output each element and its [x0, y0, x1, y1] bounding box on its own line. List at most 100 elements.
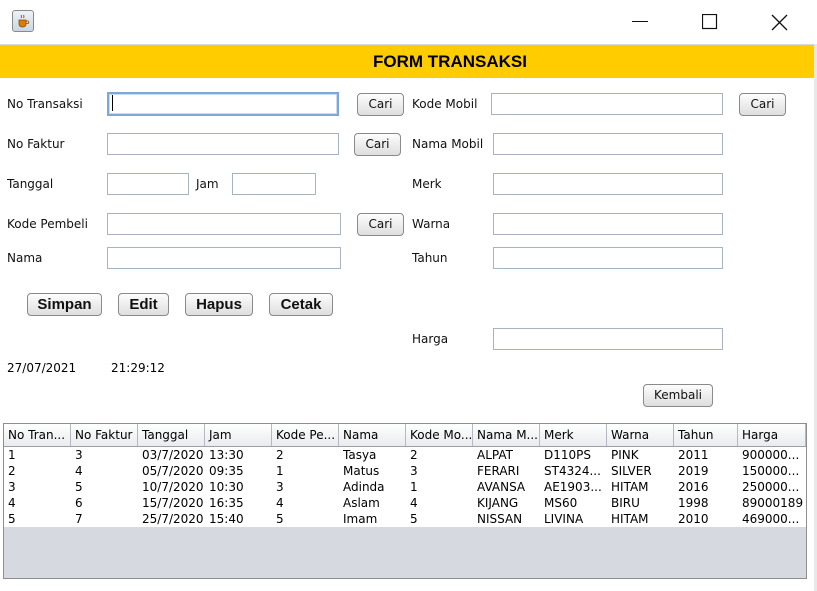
- minimize-button[interactable]: [618, 8, 664, 36]
- column-header[interactable]: No Faktur: [71, 424, 138, 446]
- warna-field[interactable]: [493, 213, 723, 235]
- minimize-icon: [632, 21, 648, 22]
- table-cell: 25/7/2020: [142, 512, 204, 526]
- table-cell: MS60: [544, 496, 578, 510]
- maximize-icon: [702, 14, 718, 30]
- table-cell: AVANSA: [477, 480, 526, 494]
- table-row[interactable]: 1 3 03/7/2020 13:30 2 Tasya 2 ALPAT D110PS PINK 20…: [4, 447, 806, 463]
- table-cell: LIVINA: [544, 512, 584, 526]
- column-header[interactable]: Nama M...: [473, 424, 540, 446]
- label-nama: Nama: [7, 251, 43, 265]
- label-harga: Harga: [412, 332, 449, 346]
- table-cell: 5: [75, 480, 83, 494]
- table-cell: 2016: [678, 480, 709, 494]
- table-cell: 1: [8, 448, 16, 462]
- table-cell: 3: [276, 480, 284, 494]
- table-cell: SILVER: [611, 464, 652, 478]
- table-cell: 15/7/2020: [142, 496, 204, 510]
- table-cell: Imam: [343, 512, 378, 526]
- jam-field[interactable]: [232, 173, 316, 195]
- nama-mobil-field[interactable]: [493, 133, 723, 155]
- table-cell: 4: [410, 496, 418, 510]
- label-kode-mobil: Kode Mobil: [412, 97, 478, 111]
- table-cell: 89000189: [742, 496, 804, 510]
- column-header[interactable]: Tanggal: [138, 424, 205, 446]
- nama-field[interactable]: [107, 247, 341, 269]
- column-header[interactable]: Kode Mo...: [406, 424, 473, 446]
- table-cell: 09:35: [209, 464, 244, 478]
- column-header[interactable]: Jam: [205, 424, 272, 446]
- column-header[interactable]: Kode Pe...: [272, 424, 339, 446]
- date-display: 27/07/2021: [7, 361, 77, 375]
- close-button[interactable]: [757, 8, 803, 36]
- kode-mobil-field[interactable]: [491, 93, 723, 115]
- java-cup-icon[interactable]: [12, 10, 34, 32]
- column-header[interactable]: No Tran...: [4, 424, 71, 446]
- table-cell: ALPAT: [477, 448, 513, 462]
- simpan-button[interactable]: Simpan: [27, 293, 102, 316]
- table-cell: 1: [276, 464, 284, 478]
- column-header[interactable]: Warna: [607, 424, 674, 446]
- cari-no-transaksi-button[interactable]: Cari: [357, 93, 404, 116]
- cetak-button[interactable]: Cetak: [269, 293, 333, 316]
- table-row[interactable]: 3 5 10/7/2020 10:30 3 Adinda 1 AVANSA AE1903... H…: [4, 479, 806, 495]
- table-cell: 900000...: [742, 448, 800, 462]
- table-cell: 150000...: [742, 464, 800, 478]
- cari-kode-pembeli-button[interactable]: Cari: [357, 213, 404, 236]
- table-cell: 1998: [678, 496, 709, 510]
- table-cell: HITAM: [611, 480, 649, 494]
- table-cell: 3: [8, 480, 16, 494]
- kode-pembeli-field[interactable]: [107, 213, 341, 235]
- table-cell: 4: [75, 464, 83, 478]
- column-header[interactable]: Tahun: [674, 424, 738, 446]
- table-cell: 3: [75, 448, 83, 462]
- hapus-button[interactable]: Hapus: [185, 293, 253, 316]
- table-cell: BIRU: [611, 496, 640, 510]
- table-cell: 13:30: [209, 448, 244, 462]
- tahun-field[interactable]: [493, 247, 723, 269]
- table-row[interactable]: 5 7 25/7/2020 15:40 5 Imam 5 NISSAN LIVINA HITAM 2…: [4, 511, 806, 527]
- harga-field[interactable]: [493, 328, 723, 350]
- table-cell: ST4324...: [544, 464, 601, 478]
- table-cell: Adinda: [343, 480, 385, 494]
- transaction-table[interactable]: No Tran... No Faktur Tanggal Jam Kode Pe... N…: [3, 423, 807, 579]
- table-cell: 3: [410, 464, 418, 478]
- no-faktur-field[interactable]: [107, 133, 339, 155]
- merk-field[interactable]: [493, 173, 723, 195]
- table-cell: 05/7/2020: [142, 464, 204, 478]
- column-header[interactable]: Merk: [540, 424, 607, 446]
- label-no-transaksi: No Transaksi: [7, 97, 83, 111]
- cari-kode-mobil-button[interactable]: Cari: [739, 93, 786, 116]
- table-cell: Tasya: [343, 448, 377, 462]
- label-jam: Jam: [196, 177, 219, 191]
- label-tanggal: Tanggal: [7, 177, 54, 191]
- kembali-button[interactable]: Kembali: [643, 384, 713, 407]
- column-header[interactable]: Nama: [339, 424, 406, 446]
- table-cell: 2: [410, 448, 418, 462]
- tanggal-field[interactable]: [107, 173, 189, 195]
- column-header[interactable]: Harga: [738, 424, 806, 446]
- label-kode-pembeli: Kode Pembeli: [7, 217, 88, 231]
- table-cell: 4: [8, 496, 16, 510]
- table-row[interactable]: 4 6 15/7/2020 16:35 4 Aslam 4 KIJANG MS60 BIRU 199…: [4, 495, 806, 511]
- table-row[interactable]: 2 4 05/7/2020 09:35 1 Matus 3 FERARI ST4324... SI…: [4, 463, 806, 479]
- text-caret: [112, 95, 113, 111]
- label-warna: Warna: [412, 217, 451, 231]
- table-cell: FERARI: [477, 464, 520, 478]
- table-cell: 10:30: [209, 480, 244, 494]
- label-nama-mobil: Nama Mobil: [412, 137, 484, 151]
- table-cell: 2019: [678, 464, 709, 478]
- cari-no-faktur-button[interactable]: Cari: [354, 133, 401, 156]
- label-merk: Merk: [412, 177, 442, 191]
- table-cell: 10/7/2020: [142, 480, 204, 494]
- table-cell: 7: [75, 512, 83, 526]
- table-cell: D110PS: [544, 448, 591, 462]
- table-header: No Tran... No Faktur Tanggal Jam Kode Pe... N…: [4, 424, 806, 447]
- table-cell: 1: [410, 480, 418, 494]
- edit-button[interactable]: Edit: [118, 293, 169, 316]
- no-transaksi-field[interactable]: [107, 92, 339, 116]
- table-body: 1 3 03/7/2020 13:30 2 Tasya 2 ALPAT D110PS PINK 20…: [4, 447, 806, 527]
- maximize-button[interactable]: [687, 8, 733, 36]
- table-cell: 469000...: [742, 512, 800, 526]
- table-cell: Aslam: [343, 496, 380, 510]
